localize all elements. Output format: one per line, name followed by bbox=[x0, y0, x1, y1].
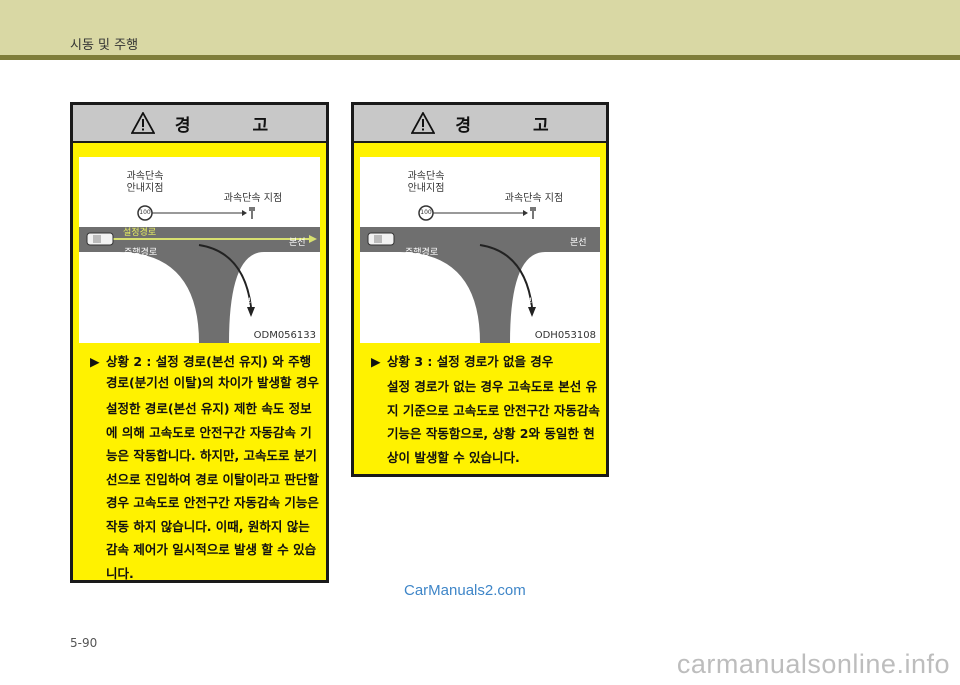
section-title: 시동 및 주행 bbox=[70, 38, 139, 53]
branch-label: 분기 bbox=[524, 298, 541, 308]
header-band bbox=[0, 0, 960, 55]
case-2-title: 상황 2 : 설정 경로(본선 유지) 와 주행 경로(분기선 이탈)의 차이가… bbox=[106, 354, 319, 390]
figure-code: ODH053108 bbox=[534, 330, 596, 341]
route-diagram: 100 과속단속 안내지점 과속단속 지점 설정경로 본선 주행경로 분기 OD… bbox=[79, 157, 320, 343]
route-diagram: 100 과속단속 안내지점 과속단속 지점 본선 주행경로 분기 ODH0531… bbox=[360, 157, 600, 343]
site-footer-text: carmanualsonline.info bbox=[676, 649, 950, 679]
speed-sign-text: 100 bbox=[420, 209, 432, 216]
warning-triangle-icon bbox=[411, 112, 436, 134]
header-rule bbox=[0, 55, 960, 60]
warning-box-1: 경 고 100 과속단속 안내지점 과속단속 지점 설정경로 본선 주행경로 분… bbox=[70, 102, 329, 583]
figure-code: ODM056133 bbox=[253, 330, 316, 341]
bullet-triangle-icon: ▶ bbox=[90, 354, 100, 369]
main-road-label: 본선 bbox=[570, 238, 587, 248]
guide-point-label: 과속단속 안내지점 bbox=[126, 171, 164, 194]
driving-route-label: 주행경로 bbox=[124, 248, 158, 258]
warning-triangle-icon bbox=[130, 112, 155, 134]
case-3-title: 상황 3 : 설정 경로가 없을 경우 bbox=[387, 354, 554, 369]
set-route-label: 설정경로 bbox=[123, 228, 157, 238]
driving-route-label: 주행경로 bbox=[405, 248, 439, 258]
enforcement-point-label: 과속단속 지점 bbox=[223, 193, 283, 204]
case-2-body: 설정한 경로(본선 유지) 제한 속도 정보에 의해 고속도로 안전구간 자동감… bbox=[106, 401, 319, 581]
camera-icon bbox=[249, 207, 255, 219]
warning-title: 경 고 bbox=[174, 115, 297, 136]
enforcement-point-label: 과속단속 지점 bbox=[504, 193, 564, 204]
branch-label: 분기 bbox=[243, 298, 260, 308]
warning-header: 경 고 bbox=[73, 105, 326, 143]
guide-point-label: 과속단속 안내지점 bbox=[407, 171, 445, 194]
speed-sign-text: 100 bbox=[139, 209, 151, 216]
case-3-body: 설정 경로가 없는 경우 고속도로 본선 유지 기준으로 고속도로 안전구간 자… bbox=[387, 379, 600, 465]
camera-icon bbox=[530, 207, 536, 219]
bullet-triangle-icon: ▶ bbox=[371, 354, 381, 369]
warning-title: 경 고 bbox=[455, 115, 577, 136]
main-road-label: 본선 bbox=[289, 238, 306, 248]
watermark-text[interactable]: CarManuals2.com bbox=[404, 582, 526, 599]
warning-header: 경 고 bbox=[354, 105, 606, 143]
warning-box-2: 경 고 100 과속단속 안내지점 과속단속 지점 본선 주행경로 분기 ODH… bbox=[351, 102, 609, 477]
